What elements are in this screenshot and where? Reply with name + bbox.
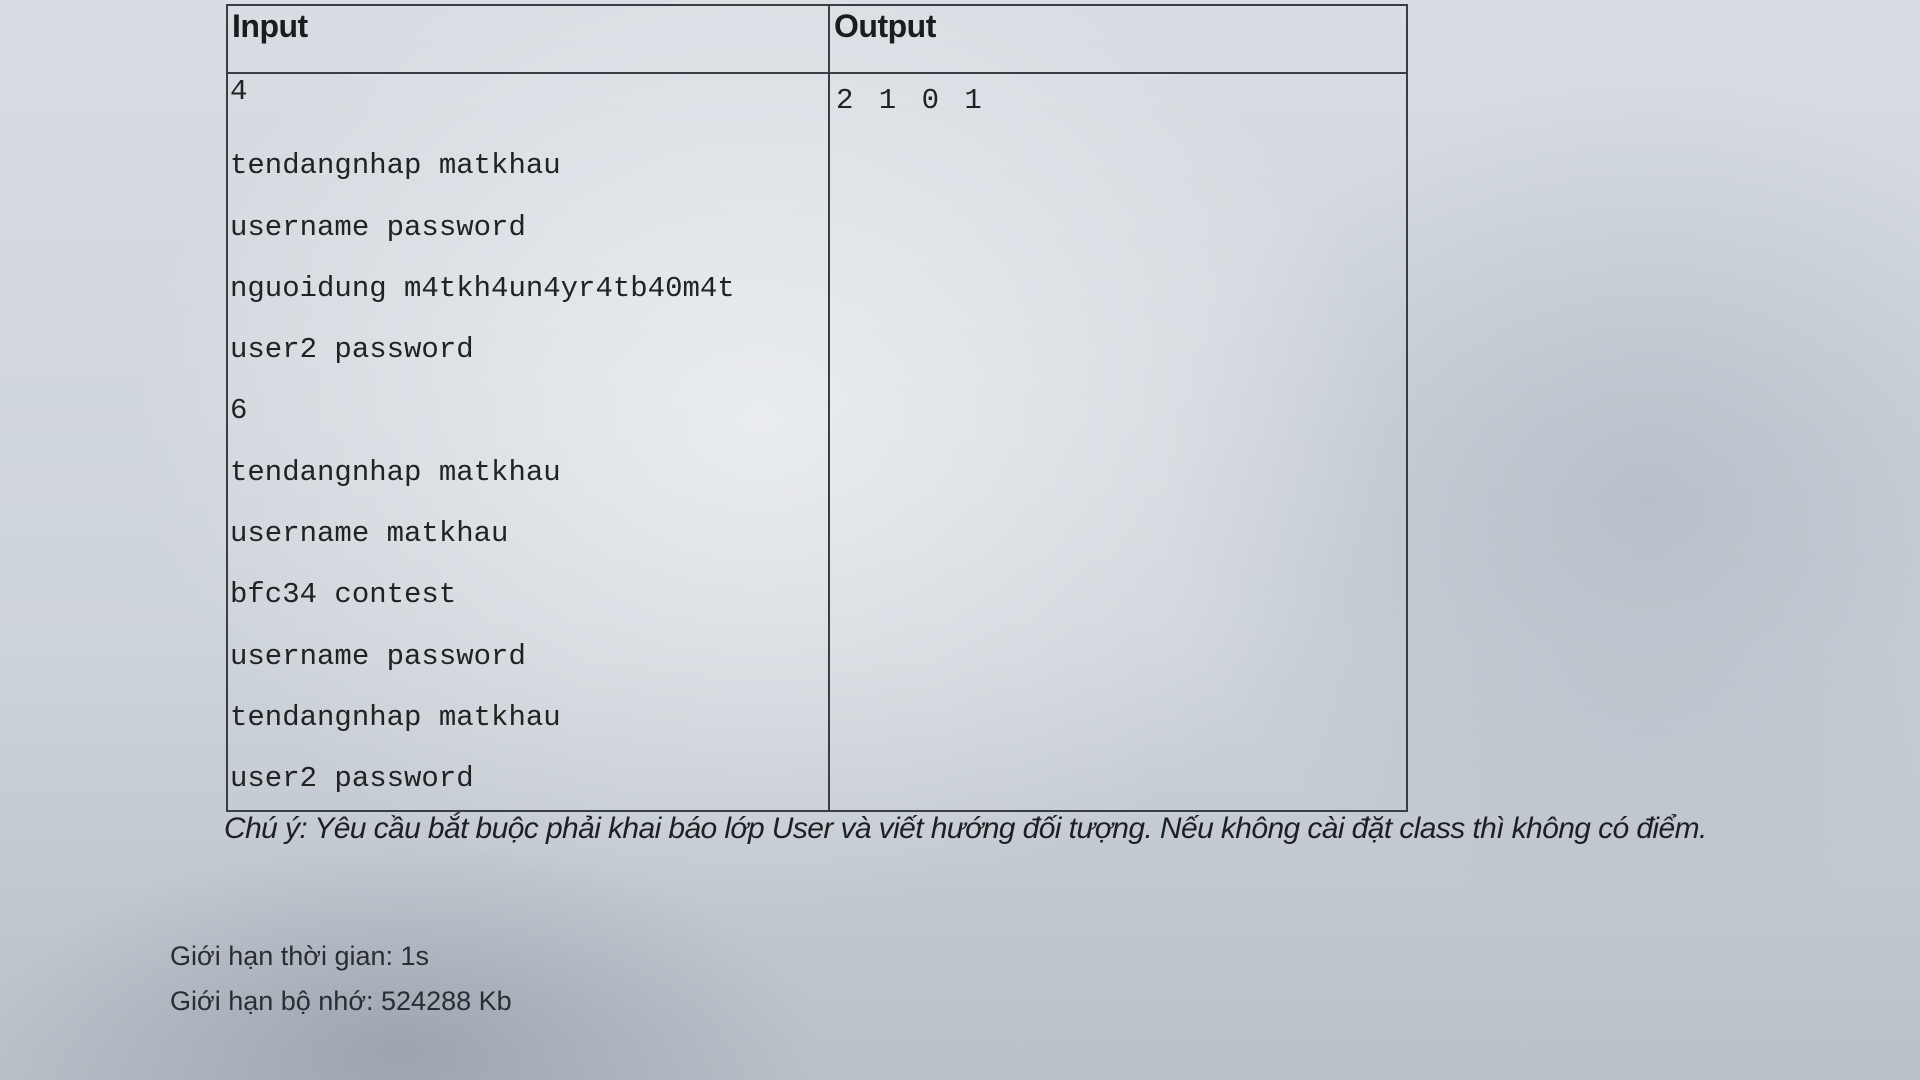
input-line: user2 password	[230, 333, 474, 367]
table-row: 4 tendangnhap matkhau username password …	[226, 72, 1408, 812]
input-line: username matkhau	[230, 517, 509, 551]
output-column-header: Output	[828, 4, 1408, 74]
input-line: bfc34 contest	[230, 578, 457, 612]
time-limit: Giới hạn thời gian: 1s	[170, 941, 430, 971]
input-line: 6	[230, 394, 248, 428]
oop-requirement-note: Chú ý: Yêu cầu bắt buộc phải khai báo lớ…	[224, 812, 1707, 845]
output-cell: 2 1 0 1	[828, 72, 1408, 812]
input-column-header: Input	[226, 4, 830, 74]
input-line: nguoidung m4tkh4un4yr4tb40m4t	[230, 271, 735, 305]
input-line: username password	[230, 639, 526, 673]
memory-limit: Giới hạn bộ nhớ: 524288 Kb	[170, 986, 512, 1016]
input-line: tendangnhap matkhau	[230, 455, 561, 489]
problem-limits: Giới hạn thời gian: 1s Giới hạn bộ nhớ: …	[170, 934, 512, 1024]
sample-io-table: Input Output 4 tendangnhap matkhau usern…	[226, 4, 1408, 812]
input-line: username password	[230, 210, 526, 244]
input-line: 4	[230, 75, 248, 108]
input-line: tendangnhap matkhau	[230, 700, 561, 734]
output-line: 2 1 0 1	[836, 84, 986, 117]
input-line: user2 password	[230, 762, 474, 796]
input-line: tendangnhap matkhau	[230, 149, 561, 183]
table-header-row: Input Output	[226, 4, 1408, 74]
input-cell: 4 tendangnhap matkhau username password …	[226, 72, 830, 812]
